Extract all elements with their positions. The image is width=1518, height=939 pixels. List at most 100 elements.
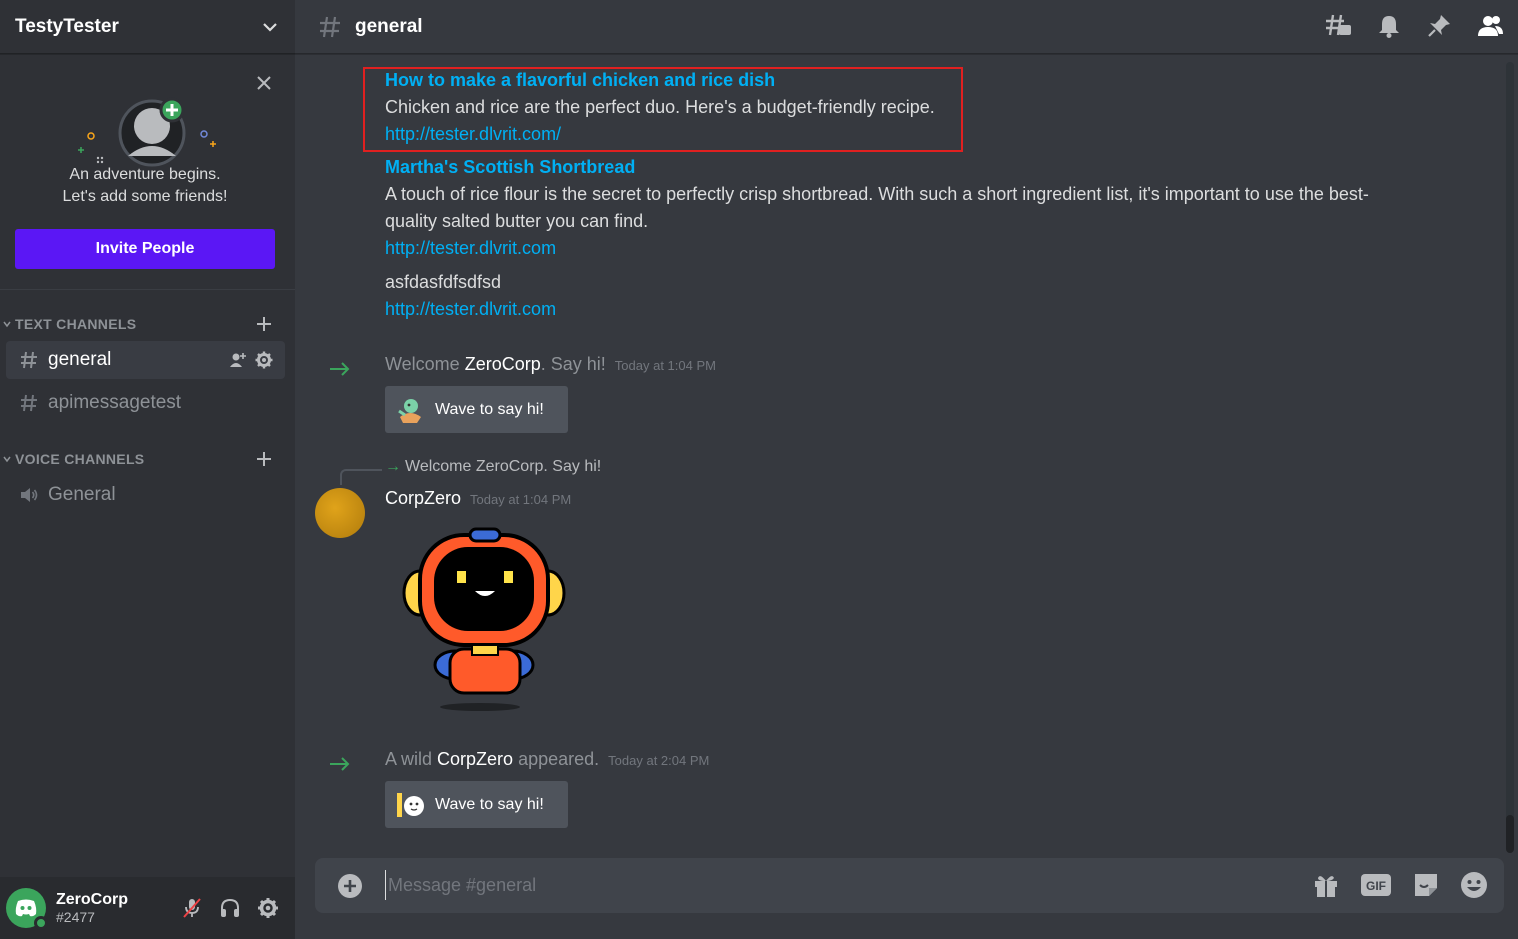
channel-title: general: [355, 15, 423, 37]
system-text-pre: Welcome: [385, 354, 465, 374]
timestamp: Today at 1:04 PM: [470, 492, 572, 507]
plain-message: asfdasfdfsdfsd http://tester.dlvrit.com: [385, 269, 556, 323]
caret-down-icon: [3, 456, 11, 463]
wave-button-label: Wave to say hi!: [435, 795, 544, 813]
reply-preview[interactable]: → Welcome ZeroCorp. Say hi!: [385, 458, 601, 476]
discord-logo-icon: [15, 899, 37, 917]
pin-icon[interactable]: [1426, 13, 1452, 39]
message-author-row: CorpZero Today at 1:04 PM: [385, 488, 571, 509]
username: ZeroCorp: [56, 891, 128, 908]
chat-area: general How to make a flavorful chicken …: [295, 0, 1518, 939]
upload-plus-icon[interactable]: [337, 873, 363, 899]
user-settings-gear-icon[interactable]: [257, 897, 279, 919]
sticker-icon[interactable]: [1412, 871, 1440, 899]
system-user-mention[interactable]: CorpZero: [437, 749, 513, 769]
header-toolbar: [1324, 13, 1504, 39]
speaker-icon: [21, 488, 38, 502]
wave-sticker-icon: [398, 398, 421, 423]
embed-description-line1: A touch of rice flour is the secret to p…: [385, 184, 1369, 204]
gear-icon[interactable]: [255, 351, 273, 369]
embed-url-link[interactable]: http://tester.dlvrit.com/: [385, 121, 935, 148]
embed-title-link[interactable]: How to make a flavorful chicken and rice…: [385, 67, 935, 94]
user-panel: ZeroCorp #2477: [0, 877, 295, 939]
gift-icon[interactable]: [1312, 871, 1340, 899]
invite-people-button[interactable]: Invite People: [15, 229, 275, 269]
join-arrow-icon: [330, 757, 350, 771]
caret-down-icon: [3, 321, 11, 328]
system-text-pre: A wild: [385, 749, 438, 769]
mute-microphone-icon[interactable]: [181, 897, 203, 919]
hash-icon: [320, 16, 340, 37]
embed-chicken-rice: How to make a flavorful chicken and rice…: [385, 67, 935, 148]
channel-label: General: [48, 484, 116, 505]
friends-illustration-icon: [78, 97, 216, 167]
discord-app: TestyTester An adventure begins. Let's a…: [0, 0, 1518, 939]
emoji-icon[interactable]: [1460, 871, 1488, 899]
wave-button[interactable]: Wave to say hi!: [385, 781, 568, 828]
system-text-post: . Say hi!: [540, 354, 606, 374]
category-voice-channels[interactable]: VOICE CHANNELS: [0, 447, 295, 471]
message-url-link[interactable]: http://tester.dlvrit.com: [385, 296, 556, 323]
notification-bell-icon[interactable]: [1376, 13, 1402, 39]
voice-channel-general[interactable]: General: [6, 476, 285, 514]
headphones-icon[interactable]: [219, 897, 241, 919]
author-name[interactable]: CorpZero: [385, 488, 461, 508]
message-composer: GIF: [315, 858, 1504, 913]
user-discriminator: #2477: [56, 909, 95, 925]
reply-text: Welcome ZeroCorp. Say hi!: [405, 458, 602, 475]
system-join-message: A wild CorpZero appeared. Today at 2:04 …: [385, 749, 709, 770]
server-header[interactable]: TestyTester: [0, 0, 295, 54]
system-user-mention[interactable]: ZeroCorp: [465, 354, 541, 374]
close-icon[interactable]: [255, 74, 273, 92]
join-arrow-icon: [330, 362, 350, 376]
reply-connector: [340, 469, 382, 485]
server-name: TestyTester: [15, 15, 119, 37]
invite-line1: An adventure begins.: [69, 166, 221, 183]
composer-actions: GIF: [1312, 871, 1488, 899]
category-text-channels[interactable]: TEXT CHANNELS: [0, 312, 295, 336]
scrollbar-thumb[interactable]: [1506, 815, 1514, 853]
embed-description-line2: quality salted butter you can find.: [385, 211, 649, 231]
invite-message: An adventure begins. Let's add some frie…: [0, 164, 290, 208]
reply-arrow-icon: →: [385, 458, 401, 475]
hash-icon: [21, 394, 37, 412]
add-channel-icon[interactable]: [255, 450, 273, 468]
member-list-icon[interactable]: [1476, 13, 1504, 39]
scrollbar-track[interactable]: [1506, 62, 1514, 850]
category-label: VOICE CHANNELS: [15, 451, 145, 467]
channel-label: general: [48, 349, 112, 370]
avatar[interactable]: [6, 888, 48, 930]
system-welcome-message: Welcome ZeroCorp. Say hi! Today at 1:04 …: [385, 354, 716, 375]
online-status-icon: [34, 916, 48, 930]
wave-sticker-icon: [397, 792, 424, 817]
robot-sticker-icon: [402, 527, 566, 711]
channel-item-apimessagetest[interactable]: apimessagetest: [6, 384, 285, 422]
user-info[interactable]: ZeroCorp #2477: [56, 891, 128, 925]
wave-button-label: Wave to say hi!: [435, 400, 544, 418]
embed-url-link[interactable]: http://tester.dlvrit.com: [385, 235, 1369, 262]
message-text: asfdasfdfsdfsd: [385, 272, 502, 292]
invite-panel: An adventure begins. Let's add some frie…: [0, 54, 295, 290]
svg-text:GIF: GIF: [1366, 879, 1386, 893]
channel-header: general: [295, 0, 1518, 54]
embed-description: Chicken and rice are the perfect duo. He…: [385, 97, 935, 117]
gif-icon[interactable]: GIF: [1360, 871, 1392, 899]
hash-icon: [21, 351, 37, 369]
avatar[interactable]: [315, 488, 365, 538]
channel-sidebar: TestyTester An adventure begins. Let's a…: [0, 0, 295, 939]
invite-line2: Let's add some friends!: [62, 188, 228, 205]
user-controls: [181, 897, 279, 919]
add-channel-icon[interactable]: [255, 315, 273, 333]
threads-icon[interactable]: [1324, 13, 1352, 39]
category-label: TEXT CHANNELS: [15, 316, 137, 332]
channel-actions: [229, 351, 273, 369]
create-invite-icon[interactable]: [229, 351, 247, 369]
message-input[interactable]: [385, 870, 1285, 900]
embed-title-link[interactable]: Martha's Scottish Shortbread: [385, 154, 1369, 181]
embed-shortbread: Martha's Scottish Shortbread A touch of …: [385, 154, 1369, 262]
wave-button[interactable]: Wave to say hi!: [385, 386, 568, 433]
timestamp: Today at 1:04 PM: [614, 358, 716, 373]
message-list: How to make a flavorful chicken and rice…: [295, 55, 1505, 850]
channel-label: apimessagetest: [48, 392, 182, 413]
channel-item-general[interactable]: general: [6, 341, 285, 379]
